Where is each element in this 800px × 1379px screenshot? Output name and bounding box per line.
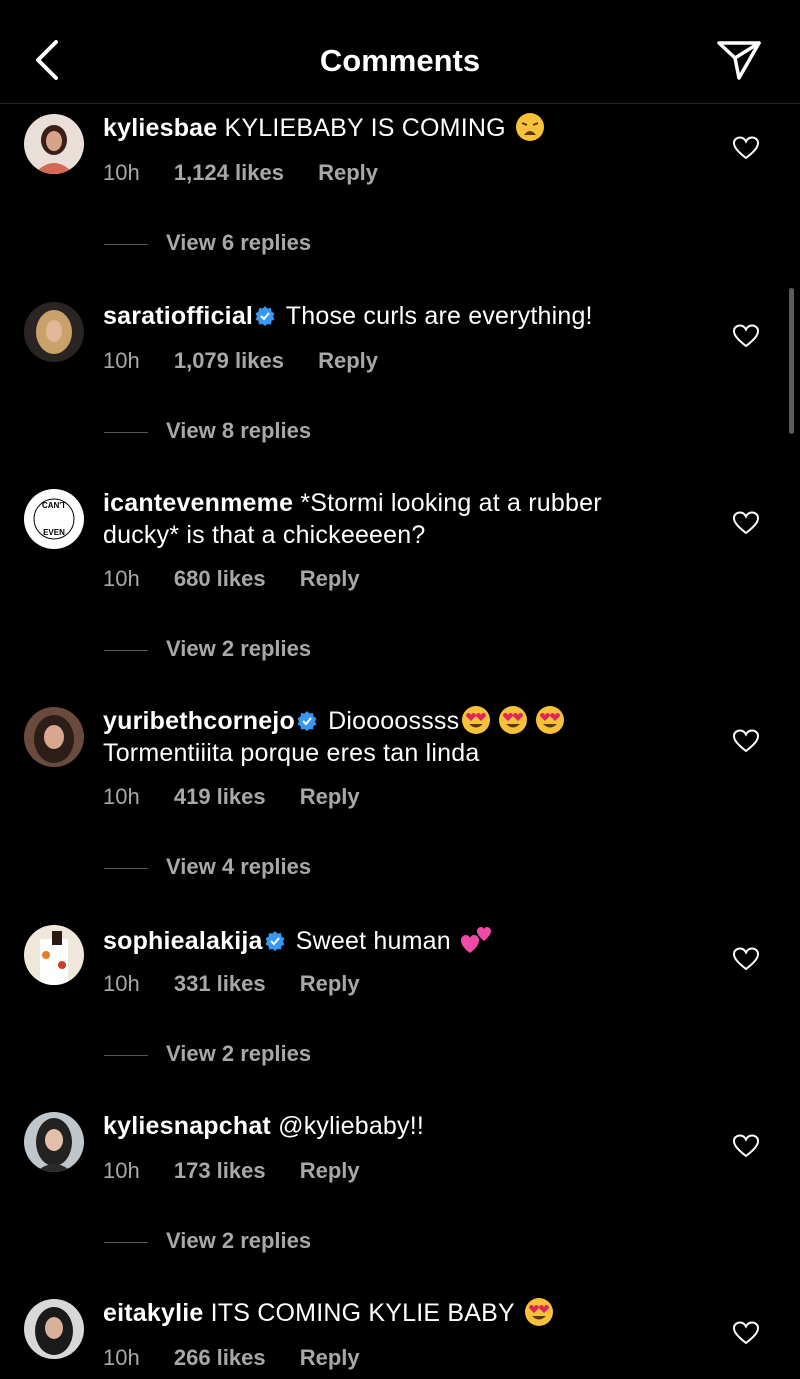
comment-meta: 10h 1,124 likes Reply [103, 160, 406, 186]
avatar[interactable]: CAN'T EVEN [24, 489, 84, 549]
comment-username[interactable]: saratiofficial [103, 302, 253, 330]
like-count[interactable]: 680 likes [174, 566, 266, 591]
comment-text: ITS COMING KYLIE BABY [210, 1299, 515, 1327]
two-hearts-icon [461, 927, 492, 953]
comment-text-line2: ducky* is that a chickeeeen? [103, 521, 426, 549]
view-replies-link[interactable]: View 2 replies [104, 1228, 311, 1254]
reply-button[interactable]: Reply [300, 971, 360, 996]
comment-username[interactable]: sophiealakija [103, 927, 263, 955]
verified-badge-icon [265, 931, 285, 951]
comment-text: Sweet human [295, 927, 451, 955]
heart-outline-icon[interactable] [733, 947, 759, 971]
comment-time: 10h [103, 566, 140, 591]
avatar[interactable] [24, 1112, 84, 1172]
view-replies-link[interactable]: View 4 replies [104, 854, 311, 880]
avatar[interactable] [24, 1299, 84, 1359]
comment-text: *Stormi looking at a rubber [300, 489, 602, 517]
heart-outline-icon[interactable] [733, 324, 759, 348]
comment-text-line2: Tormentiiita porque eres tan linda [103, 739, 480, 767]
avatar[interactable] [24, 707, 84, 767]
svg-text:EVEN: EVEN [43, 528, 65, 537]
like-count[interactable]: 331 likes [174, 971, 266, 996]
view-replies-link[interactable]: View 6 replies [104, 230, 311, 256]
comment-time: 10h [103, 1158, 140, 1183]
like-count[interactable]: 1,079 likes [174, 348, 284, 373]
reply-button[interactable]: Reply [300, 784, 360, 809]
view-replies-link[interactable]: View 8 replies [104, 418, 311, 444]
comment-time: 10h [103, 971, 140, 996]
avatar[interactable] [24, 114, 84, 174]
view-replies-link[interactable]: View 2 replies [104, 636, 311, 662]
verified-badge-icon [255, 306, 275, 326]
comment-meta: 10h 1,079 likes Reply [103, 348, 406, 374]
comment-meta: 10h 173 likes Reply [103, 1158, 388, 1184]
weary-face-icon [515, 113, 544, 141]
svg-text:CAN'T: CAN'T [42, 501, 66, 510]
reply-button[interactable]: Reply [300, 1158, 360, 1183]
comment-meta: 10h 266 likes Reply [103, 1345, 388, 1371]
heart-eyes-icon [524, 1298, 553, 1326]
reply-button[interactable]: Reply [300, 1345, 360, 1370]
comment-text: Dioooossss [328, 707, 460, 735]
heart-outline-icon[interactable] [733, 1321, 759, 1345]
heart-outline-icon[interactable] [733, 511, 759, 535]
header-bar: Comments [0, 0, 800, 104]
comment-time: 10h [103, 1345, 140, 1370]
comment-username[interactable]: kyliesnapchat [103, 1112, 271, 1140]
like-count[interactable]: 419 likes [174, 784, 266, 809]
heart-outline-icon[interactable] [733, 136, 759, 160]
comment-meta: 10h 331 likes Reply [103, 971, 388, 997]
comment-time: 10h [103, 784, 140, 809]
comment-text: @kyliebaby!! [278, 1112, 425, 1140]
heart-outline-icon[interactable] [733, 1134, 759, 1158]
comment-username[interactable]: yuribethcornejo [103, 707, 295, 735]
comment-meta: 10h 419 likes Reply [103, 784, 388, 810]
avatar[interactable] [24, 302, 84, 362]
heart-eyes-icon [462, 706, 565, 734]
like-count[interactable]: 173 likes [174, 1158, 266, 1183]
verified-badge-icon [297, 711, 317, 731]
comment-time: 10h [103, 160, 140, 185]
comment-username[interactable]: kyliesbae [103, 114, 217, 142]
comment-text: KYLIEBABY IS COMING [224, 114, 506, 142]
heart-outline-icon[interactable] [733, 729, 759, 753]
like-count[interactable]: 1,124 likes [174, 160, 284, 185]
reply-button[interactable]: Reply [300, 566, 360, 591]
comment-meta: 10h 680 likes Reply [103, 566, 388, 592]
scrollbar[interactable] [789, 288, 794, 434]
avatar[interactable] [24, 925, 84, 985]
comment-username[interactable]: icantevenmeme [103, 489, 293, 517]
page-title: Comments [319, 43, 481, 78]
paper-plane-icon[interactable] [716, 38, 762, 82]
comment-time: 10h [103, 348, 140, 373]
reply-button[interactable]: Reply [318, 160, 378, 185]
comment-text: Those curls are everything! [285, 302, 593, 330]
view-replies-link[interactable]: View 2 replies [104, 1041, 311, 1067]
reply-button[interactable]: Reply [318, 348, 378, 373]
comment-username[interactable]: eitakylie [103, 1299, 203, 1327]
like-count[interactable]: 266 likes [174, 1345, 266, 1370]
